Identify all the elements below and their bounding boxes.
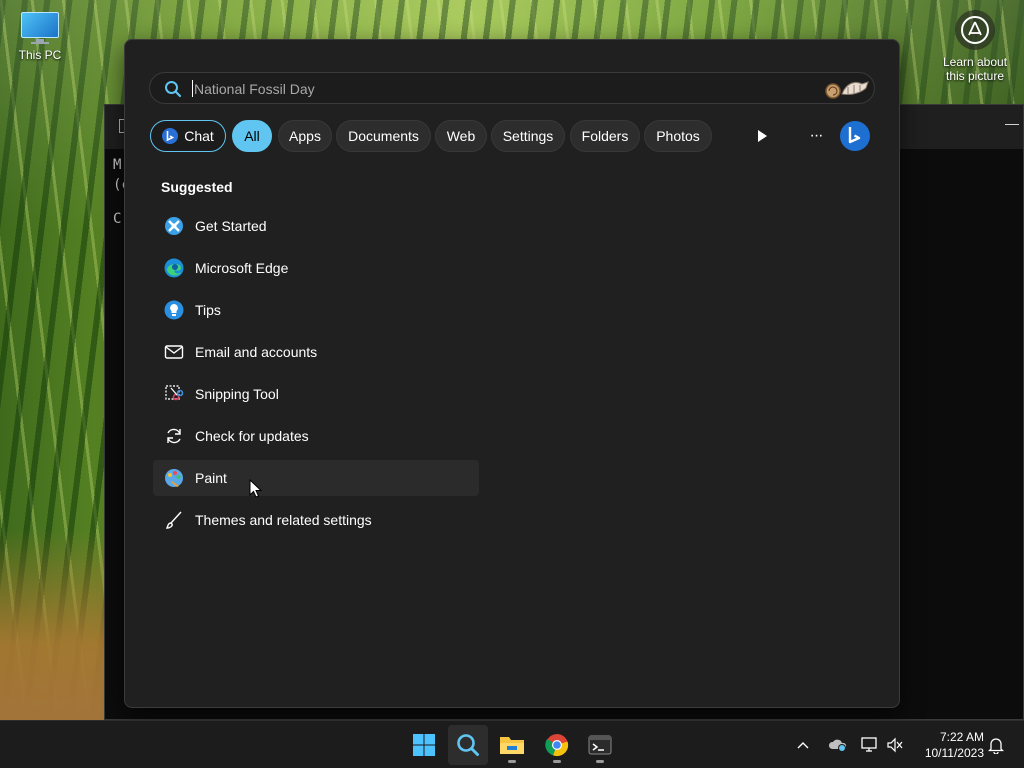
volume-muted-icon xyxy=(887,737,903,753)
learn-about-picture[interactable]: Learn about this picture xyxy=(936,10,1014,83)
chevron-up-icon xyxy=(797,742,809,749)
notifications-button[interactable] xyxy=(988,721,1004,768)
more-options-icon[interactable]: ··· xyxy=(800,120,832,152)
search-icon xyxy=(457,734,479,756)
list-item-email-accounts[interactable]: Email and accounts xyxy=(153,334,479,370)
learn-label: Learn about this picture xyxy=(942,55,1008,83)
taskbar-file-explorer[interactable] xyxy=(492,725,532,765)
list-item-paint[interactable]: Paint xyxy=(153,460,479,496)
start-button[interactable] xyxy=(404,725,444,765)
fossil-search-highlight-icon[interactable] xyxy=(824,76,870,107)
terminal-icon xyxy=(588,735,612,755)
list-item-label: Paint xyxy=(195,470,227,486)
show-hidden-icons-button[interactable] xyxy=(796,721,810,768)
tab-folders[interactable]: Folders xyxy=(570,120,640,152)
wallpaper-ground xyxy=(0,530,104,720)
clock-time: 7:22 AM xyxy=(939,730,984,744)
start-icon xyxy=(413,734,435,756)
bell-icon xyxy=(988,738,1004,754)
text-caret xyxy=(192,80,193,97)
clock-date: 10/11/2023 xyxy=(924,746,984,760)
network-icon xyxy=(861,737,877,752)
camera-info-icon xyxy=(955,10,995,50)
tab-all[interactable]: All xyxy=(232,120,272,152)
desktop-icon-this-pc[interactable]: This PC xyxy=(12,10,68,62)
search-icon xyxy=(164,80,182,103)
taskbar-search-button[interactable] xyxy=(448,725,488,765)
mouse-cursor-icon xyxy=(249,478,263,504)
snipping-tool-icon xyxy=(163,383,185,405)
list-item-label: Email and accounts xyxy=(195,344,318,360)
taskbar: 7:22 AM 10/11/2023 xyxy=(0,720,1024,768)
list-item-get-started[interactable]: Get Started xyxy=(153,208,479,244)
list-item-label: Microsoft Edge xyxy=(195,260,289,276)
tab-settings[interactable]: Settings xyxy=(491,120,565,152)
suggested-list: Get Started Microsoft Edge Tips Email an… xyxy=(153,208,479,544)
bing-icon[interactable] xyxy=(839,120,871,152)
chrome-icon xyxy=(545,734,569,757)
onedrive-icon xyxy=(828,739,847,752)
brush-icon xyxy=(163,509,185,531)
list-item-label: Tips xyxy=(195,302,221,318)
paint-icon xyxy=(163,467,185,489)
tab-photos[interactable]: Photos xyxy=(644,120,712,152)
list-item-label: Check for updates xyxy=(195,428,309,444)
desktop-icon-label: This PC xyxy=(18,48,62,62)
network-tray[interactable] xyxy=(860,721,880,768)
file-explorer-icon xyxy=(500,737,524,754)
tab-apps[interactable]: Apps xyxy=(278,120,332,152)
list-item-microsoft-edge[interactable]: Microsoft Edge xyxy=(153,250,479,286)
search-input[interactable] xyxy=(194,77,794,101)
tab-documents[interactable]: Documents xyxy=(336,120,431,152)
list-item-check-updates[interactable]: Check for updates xyxy=(153,418,479,454)
taskbar-chrome[interactable] xyxy=(537,725,577,765)
tab-chat[interactable]: Chat xyxy=(150,120,226,152)
bing-chat-icon xyxy=(162,128,179,144)
taskbar-terminal[interactable] xyxy=(580,725,620,765)
suggested-heading: Suggested xyxy=(161,179,233,195)
get-started-icon xyxy=(163,215,185,237)
search-panel: Chat All Apps Documents Web Settings Fol… xyxy=(124,39,900,708)
list-item-label: Snipping Tool xyxy=(195,386,279,402)
mail-icon xyxy=(163,341,185,363)
onedrive-tray[interactable] xyxy=(828,721,848,768)
list-item-themes-settings[interactable]: Themes and related settings xyxy=(153,502,479,538)
volume-tray[interactable] xyxy=(886,721,904,768)
list-item-tips[interactable]: Tips xyxy=(153,292,479,328)
refresh-icon xyxy=(163,425,185,447)
tab-web[interactable]: Web xyxy=(435,120,487,152)
edge-icon xyxy=(163,257,185,279)
list-item-label: Get Started xyxy=(195,218,267,234)
list-item-snipping-tool[interactable]: Snipping Tool xyxy=(153,376,479,412)
minimize-icon[interactable]: — xyxy=(1005,115,1021,131)
play-more-tabs-icon[interactable] xyxy=(746,120,778,152)
monitor-icon xyxy=(19,10,61,44)
tips-icon xyxy=(163,299,185,321)
list-item-label: Themes and related settings xyxy=(195,512,372,528)
taskbar-clock[interactable]: 7:22 AM 10/11/2023 xyxy=(912,729,984,761)
search-box[interactable] xyxy=(149,72,875,104)
